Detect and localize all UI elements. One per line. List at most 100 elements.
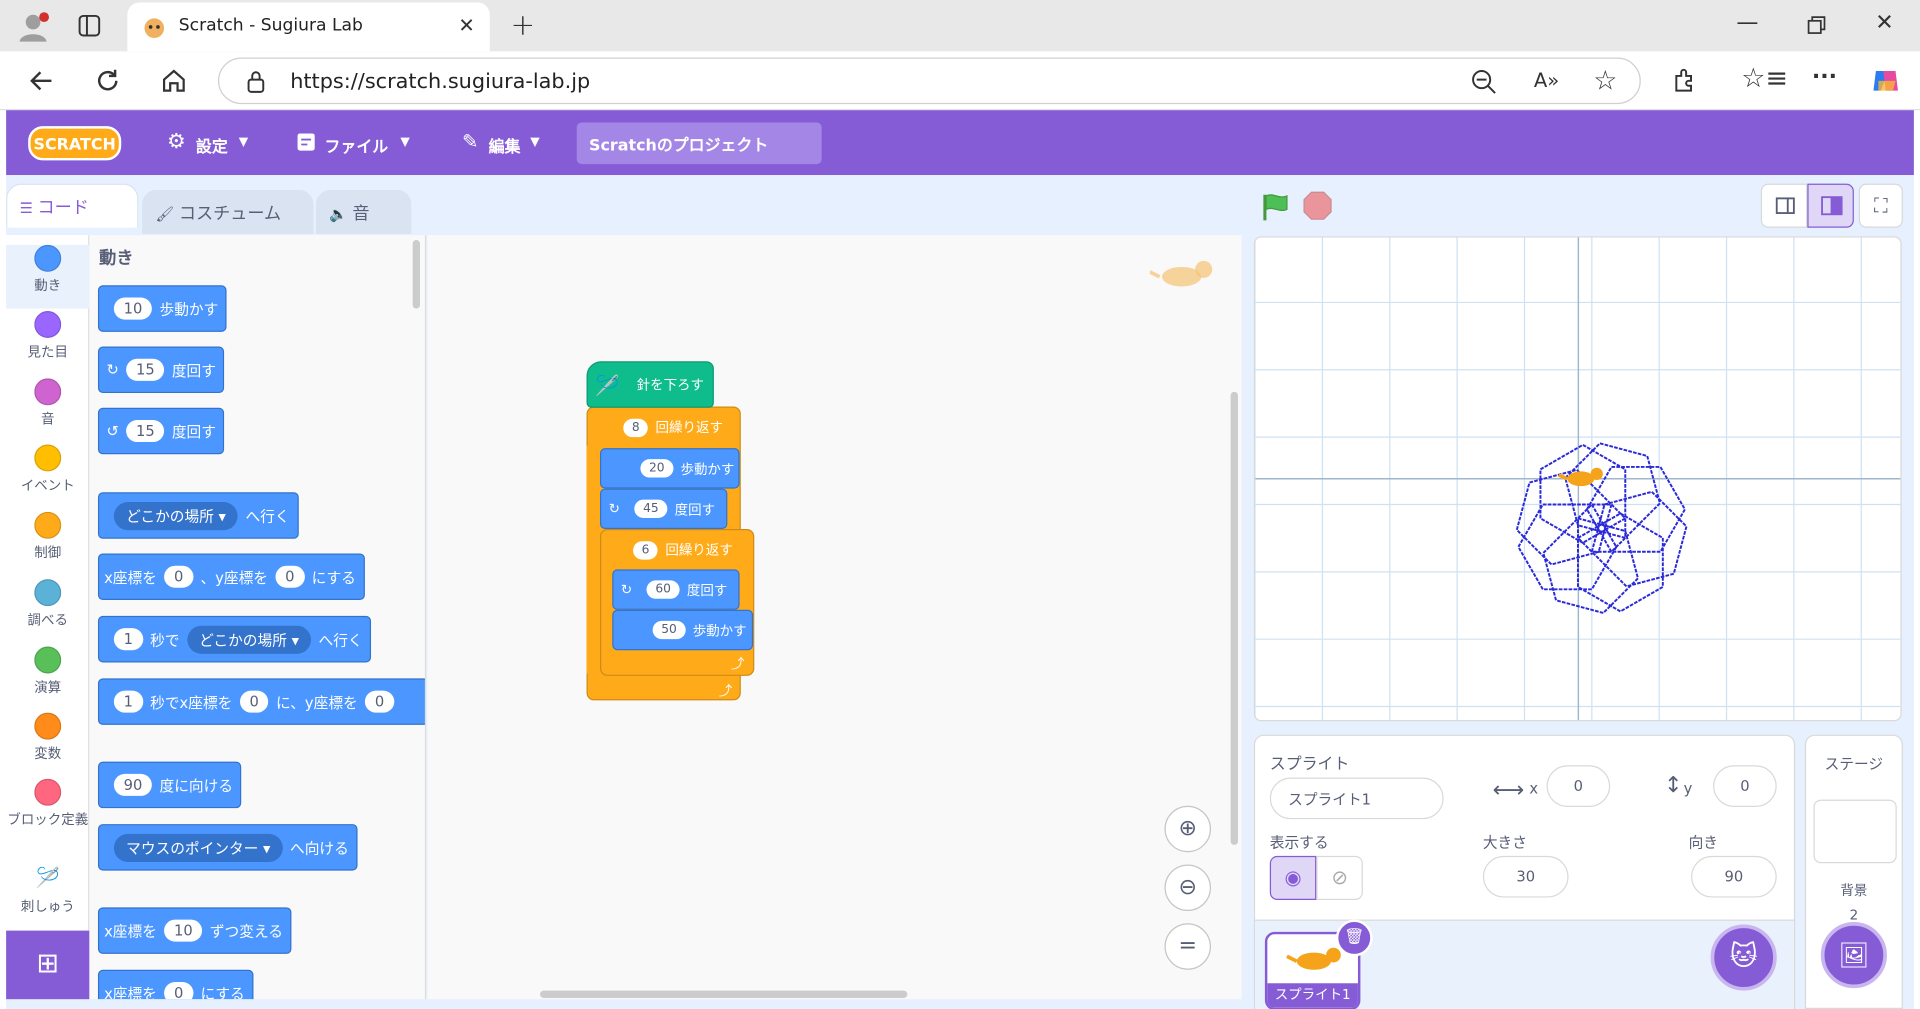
scratch-logo[interactable]: SCRATCH [28, 126, 122, 161]
block-goto-xy[interactable]: x座標を 0 、y座標を 0 にする [97, 553, 365, 601]
block-turn-left[interactable]: ↺ 15 度回す [97, 407, 225, 455]
workspace-scrollbar-v[interactable] [1230, 391, 1238, 845]
minimize-icon[interactable]: — [1731, 10, 1763, 42]
target-dropdown[interactable]: どこかの場所 ▾ [186, 625, 312, 654]
category-5[interactable]: 調べる [6, 579, 89, 629]
target-dropdown[interactable]: どこかの場所 ▾ [113, 501, 239, 530]
gear-icon[interactable]: ⚙ [165, 131, 187, 153]
project-title-input[interactable]: Scratchのプロジェクト [576, 122, 822, 165]
block-turn-right[interactable]: ↻ 15 度回す [97, 346, 225, 394]
zoom-in-button[interactable]: ⊕ [1164, 805, 1212, 853]
repeat-8-header[interactable]: 8 回繰り返す [611, 410, 738, 444]
x-input[interactable]: 0 [239, 690, 269, 713]
category-9[interactable]: 🪡 刺しゅう [6, 865, 89, 916]
category-8[interactable]: ブロック定義 [6, 778, 89, 829]
move-steps-block[interactable]: 20 歩動かす [600, 448, 740, 489]
restore-icon[interactable] [1800, 10, 1832, 42]
workspace-scrollbar-h[interactable] [540, 990, 908, 998]
fullscreen-button[interactable]: ⛶ [1858, 183, 1903, 228]
backdrop-thumbnail[interactable] [1813, 799, 1897, 864]
turn-block[interactable]: ↻ 60 度回す [612, 569, 740, 610]
repeat-6-header[interactable]: 6 回繰り返す [633, 533, 751, 567]
add-backdrop-button[interactable]: 🖼 [1820, 922, 1887, 989]
small-stage-button[interactable] [1760, 183, 1808, 228]
x-input[interactable]: 0 [164, 982, 194, 1000]
read-aloud-icon[interactable]: A» [1532, 69, 1561, 96]
tab-sound[interactable]: 🔈 音 [315, 189, 412, 234]
category-0[interactable]: 動き [6, 244, 90, 309]
block-move-steps[interactable]: 10 歩動かす [97, 285, 227, 332]
size-input[interactable]: 30 [1482, 855, 1569, 898]
y-input[interactable]: 0 [275, 565, 305, 588]
sprite-name-input[interactable]: スプライト1 [1269, 777, 1444, 820]
zoom-out-button[interactable]: ⊖ [1164, 864, 1212, 912]
large-stage-button[interactable] [1807, 183, 1854, 228]
stage-selector-panel[interactable]: ステージ 背景 2 🖼 [1804, 734, 1903, 1009]
stop-icon[interactable] [1303, 191, 1332, 220]
move-steps-block[interactable]: 50 歩動かす [612, 609, 754, 651]
block-glide-xy[interactable]: 1 秒でx座標を 0 に、y座標を 0 [97, 678, 425, 725]
category-1[interactable]: 見た目 [6, 311, 89, 361]
dx-input[interactable]: 10 [164, 919, 203, 942]
block-point-towards[interactable]: マウスのポインター ▾ へ向ける [97, 824, 358, 871]
y-input[interactable]: 0 [365, 690, 395, 713]
green-flag-icon[interactable] [1259, 191, 1291, 223]
category-3[interactable]: イベント [6, 444, 89, 494]
tab-actions-icon[interactable] [76, 12, 103, 39]
degrees-input[interactable]: 15 [126, 358, 165, 381]
seconds-input[interactable]: 1 [113, 690, 143, 713]
zoom-reset-button[interactable]: = [1164, 923, 1212, 970]
stage-canvas[interactable] [1253, 236, 1902, 722]
pen-down-hat-block[interactable]: 🪡 針を下ろす [586, 361, 714, 408]
category-7[interactable]: 変数 [6, 712, 89, 763]
tab-costume[interactable]: 🖌 コスチューム [142, 189, 314, 234]
category-6[interactable]: 演算 [6, 646, 89, 697]
add-extension-button[interactable]: ⊞ [6, 930, 90, 1000]
x-input[interactable]: 0 [164, 565, 194, 588]
count-input[interactable]: 8 [623, 418, 649, 437]
steps-input[interactable]: 10 [113, 297, 153, 320]
degrees-input[interactable]: 15 [126, 420, 165, 443]
address-bar[interactable]: https://scratch.sugiura-lab.jp A» ☆ [217, 57, 1641, 105]
new-tab-icon[interactable]: + [507, 7, 539, 41]
profile-icon[interactable] [17, 10, 51, 44]
favorite-icon[interactable]: ☆ [1591, 66, 1620, 97]
favorites-icon[interactable]: ☆≡ [1741, 64, 1788, 96]
category-4[interactable]: 制御 [6, 511, 89, 562]
sprite-cat-icon[interactable] [1558, 467, 1603, 487]
delete-sprite-button[interactable]: 🗑 [1335, 919, 1373, 957]
menu-file[interactable]: ファイル [324, 133, 388, 156]
count-input[interactable]: 6 [633, 540, 659, 559]
direction-input[interactable]: 90 [113, 773, 153, 796]
x-input[interactable]: 0 [1546, 765, 1611, 807]
code-workspace[interactable]: 🪡 針を下ろす 8 回繰り返す 20 歩動かす ↻ 45 度回す 6 回繰り返す ↻ 60 度回… [427, 235, 1242, 1000]
palette-scrollbar[interactable] [412, 240, 421, 309]
block-glide-to[interactable]: 1 秒で どこかの場所 ▾ へ行く [97, 615, 372, 663]
copilot-icon[interactable] [1869, 64, 1903, 98]
back-icon[interactable] [27, 66, 56, 95]
menu-edit[interactable]: 編集 [489, 133, 521, 156]
hide-button[interactable]: ⊘ [1316, 855, 1363, 901]
refresh-icon[interactable] [93, 66, 122, 95]
browser-tab[interactable]: Scratch - Sugiura Lab ✕ [127, 2, 490, 52]
zoom-out-icon[interactable] [1471, 69, 1498, 96]
block-point-direction[interactable]: 90 度に向ける [97, 761, 242, 809]
show-button[interactable]: ◉ [1269, 855, 1317, 901]
seconds-input[interactable]: 1 [113, 628, 143, 651]
close-icon[interactable]: ✕ [453, 13, 480, 40]
menu-settings[interactable]: 設定 [196, 133, 228, 156]
block-change-x[interactable]: x座標を 10 ずつ変える [97, 907, 292, 954]
direction-input[interactable]: 90 [1691, 855, 1777, 898]
more-icon[interactable]: ··· [1810, 64, 1839, 93]
category-2[interactable]: 音 [6, 378, 89, 428]
extensions-icon[interactable] [1670, 66, 1699, 95]
steps-input[interactable]: 50 [652, 620, 686, 640]
site-info-icon[interactable] [244, 70, 268, 94]
add-sprite-button[interactable]: 🐱 [1710, 924, 1777, 991]
steps-input[interactable]: 20 [640, 459, 674, 478]
degrees-input[interactable]: 60 [646, 580, 680, 599]
home-icon[interactable] [159, 66, 188, 95]
y-input[interactable]: 0 [1713, 765, 1777, 807]
block-goto[interactable]: どこかの場所 ▾ へ行く [97, 492, 299, 539]
degrees-input[interactable]: 45 [634, 499, 668, 518]
